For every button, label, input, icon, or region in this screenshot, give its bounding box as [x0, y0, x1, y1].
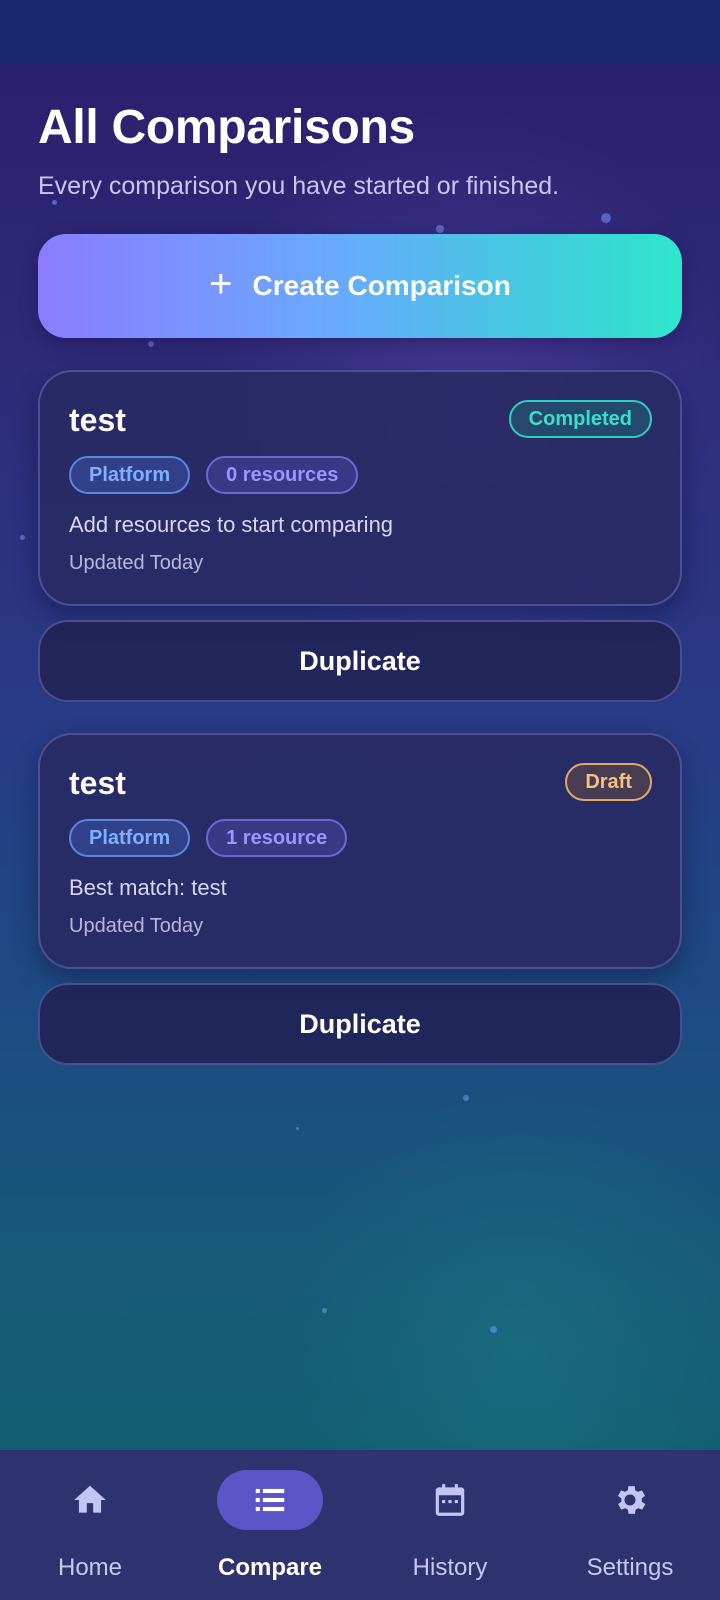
nav-label-history: History: [412, 1554, 488, 1581]
page-title: All Comparisons: [38, 101, 415, 154]
platform-chip: Platform: [69, 819, 191, 857]
status-bar: [0, 0, 720, 64]
resources-chip: 0 resources: [206, 456, 359, 494]
page-subtitle: Every comparison you have started or fin…: [38, 172, 560, 200]
nav-label-settings: Settings: [586, 1554, 674, 1581]
resources-chip: 1 resource: [206, 819, 348, 857]
background-dot: [601, 213, 611, 223]
gear-icon: [577, 1470, 683, 1530]
nav-item-history[interactable]: History: [360, 1450, 540, 1600]
comparison-title: test: [69, 402, 126, 438]
plus-icon: +: [209, 262, 233, 306]
nav-item-settings[interactable]: Settings: [540, 1450, 720, 1600]
background-dot: [463, 1095, 469, 1101]
background-dot: [148, 341, 154, 347]
home-icon: [37, 1470, 143, 1530]
comparison-description: Best match: test: [69, 875, 227, 900]
comparison-title: test: [69, 765, 126, 801]
background-dot: [322, 1308, 327, 1313]
create-comparison-label: Create Comparison: [252, 270, 511, 301]
background-dot: [436, 225, 444, 233]
chip-row: Platform 0 resources: [69, 456, 359, 494]
background-dot: [20, 535, 25, 540]
updated-timestamp: Updated Today: [69, 915, 204, 937]
chip-row: Platform 1 resource: [69, 819, 348, 857]
duplicate-button[interactable]: Duplicate: [38, 983, 682, 1065]
updated-timestamp: Updated Today: [69, 552, 204, 574]
comparison-description: Add resources to start comparing: [69, 512, 394, 537]
list-icon: [217, 1470, 323, 1530]
status-badge-completed: Completed: [508, 400, 652, 438]
background-dot: [490, 1326, 497, 1333]
bottom-navigation: Home Compare History Settings: [0, 1450, 720, 1600]
nav-label-home: Home: [57, 1554, 123, 1581]
duplicate-button[interactable]: Duplicate: [38, 620, 682, 702]
nav-item-home[interactable]: Home: [0, 1450, 180, 1600]
background-dot: [296, 1127, 299, 1130]
comparison-card[interactable]: test Completed Platform 0 resources Add …: [38, 370, 682, 606]
nav-item-compare[interactable]: Compare: [180, 1450, 360, 1600]
platform-chip: Platform: [69, 456, 191, 494]
status-badge-draft: Draft: [565, 763, 652, 801]
calendar-icon: [397, 1470, 503, 1530]
comparison-card[interactable]: test Draft Platform 1 resource Best matc…: [38, 733, 682, 969]
nav-label-compare: Compare: [217, 1554, 323, 1581]
create-comparison-button[interactable]: + Create Comparison: [38, 234, 682, 338]
